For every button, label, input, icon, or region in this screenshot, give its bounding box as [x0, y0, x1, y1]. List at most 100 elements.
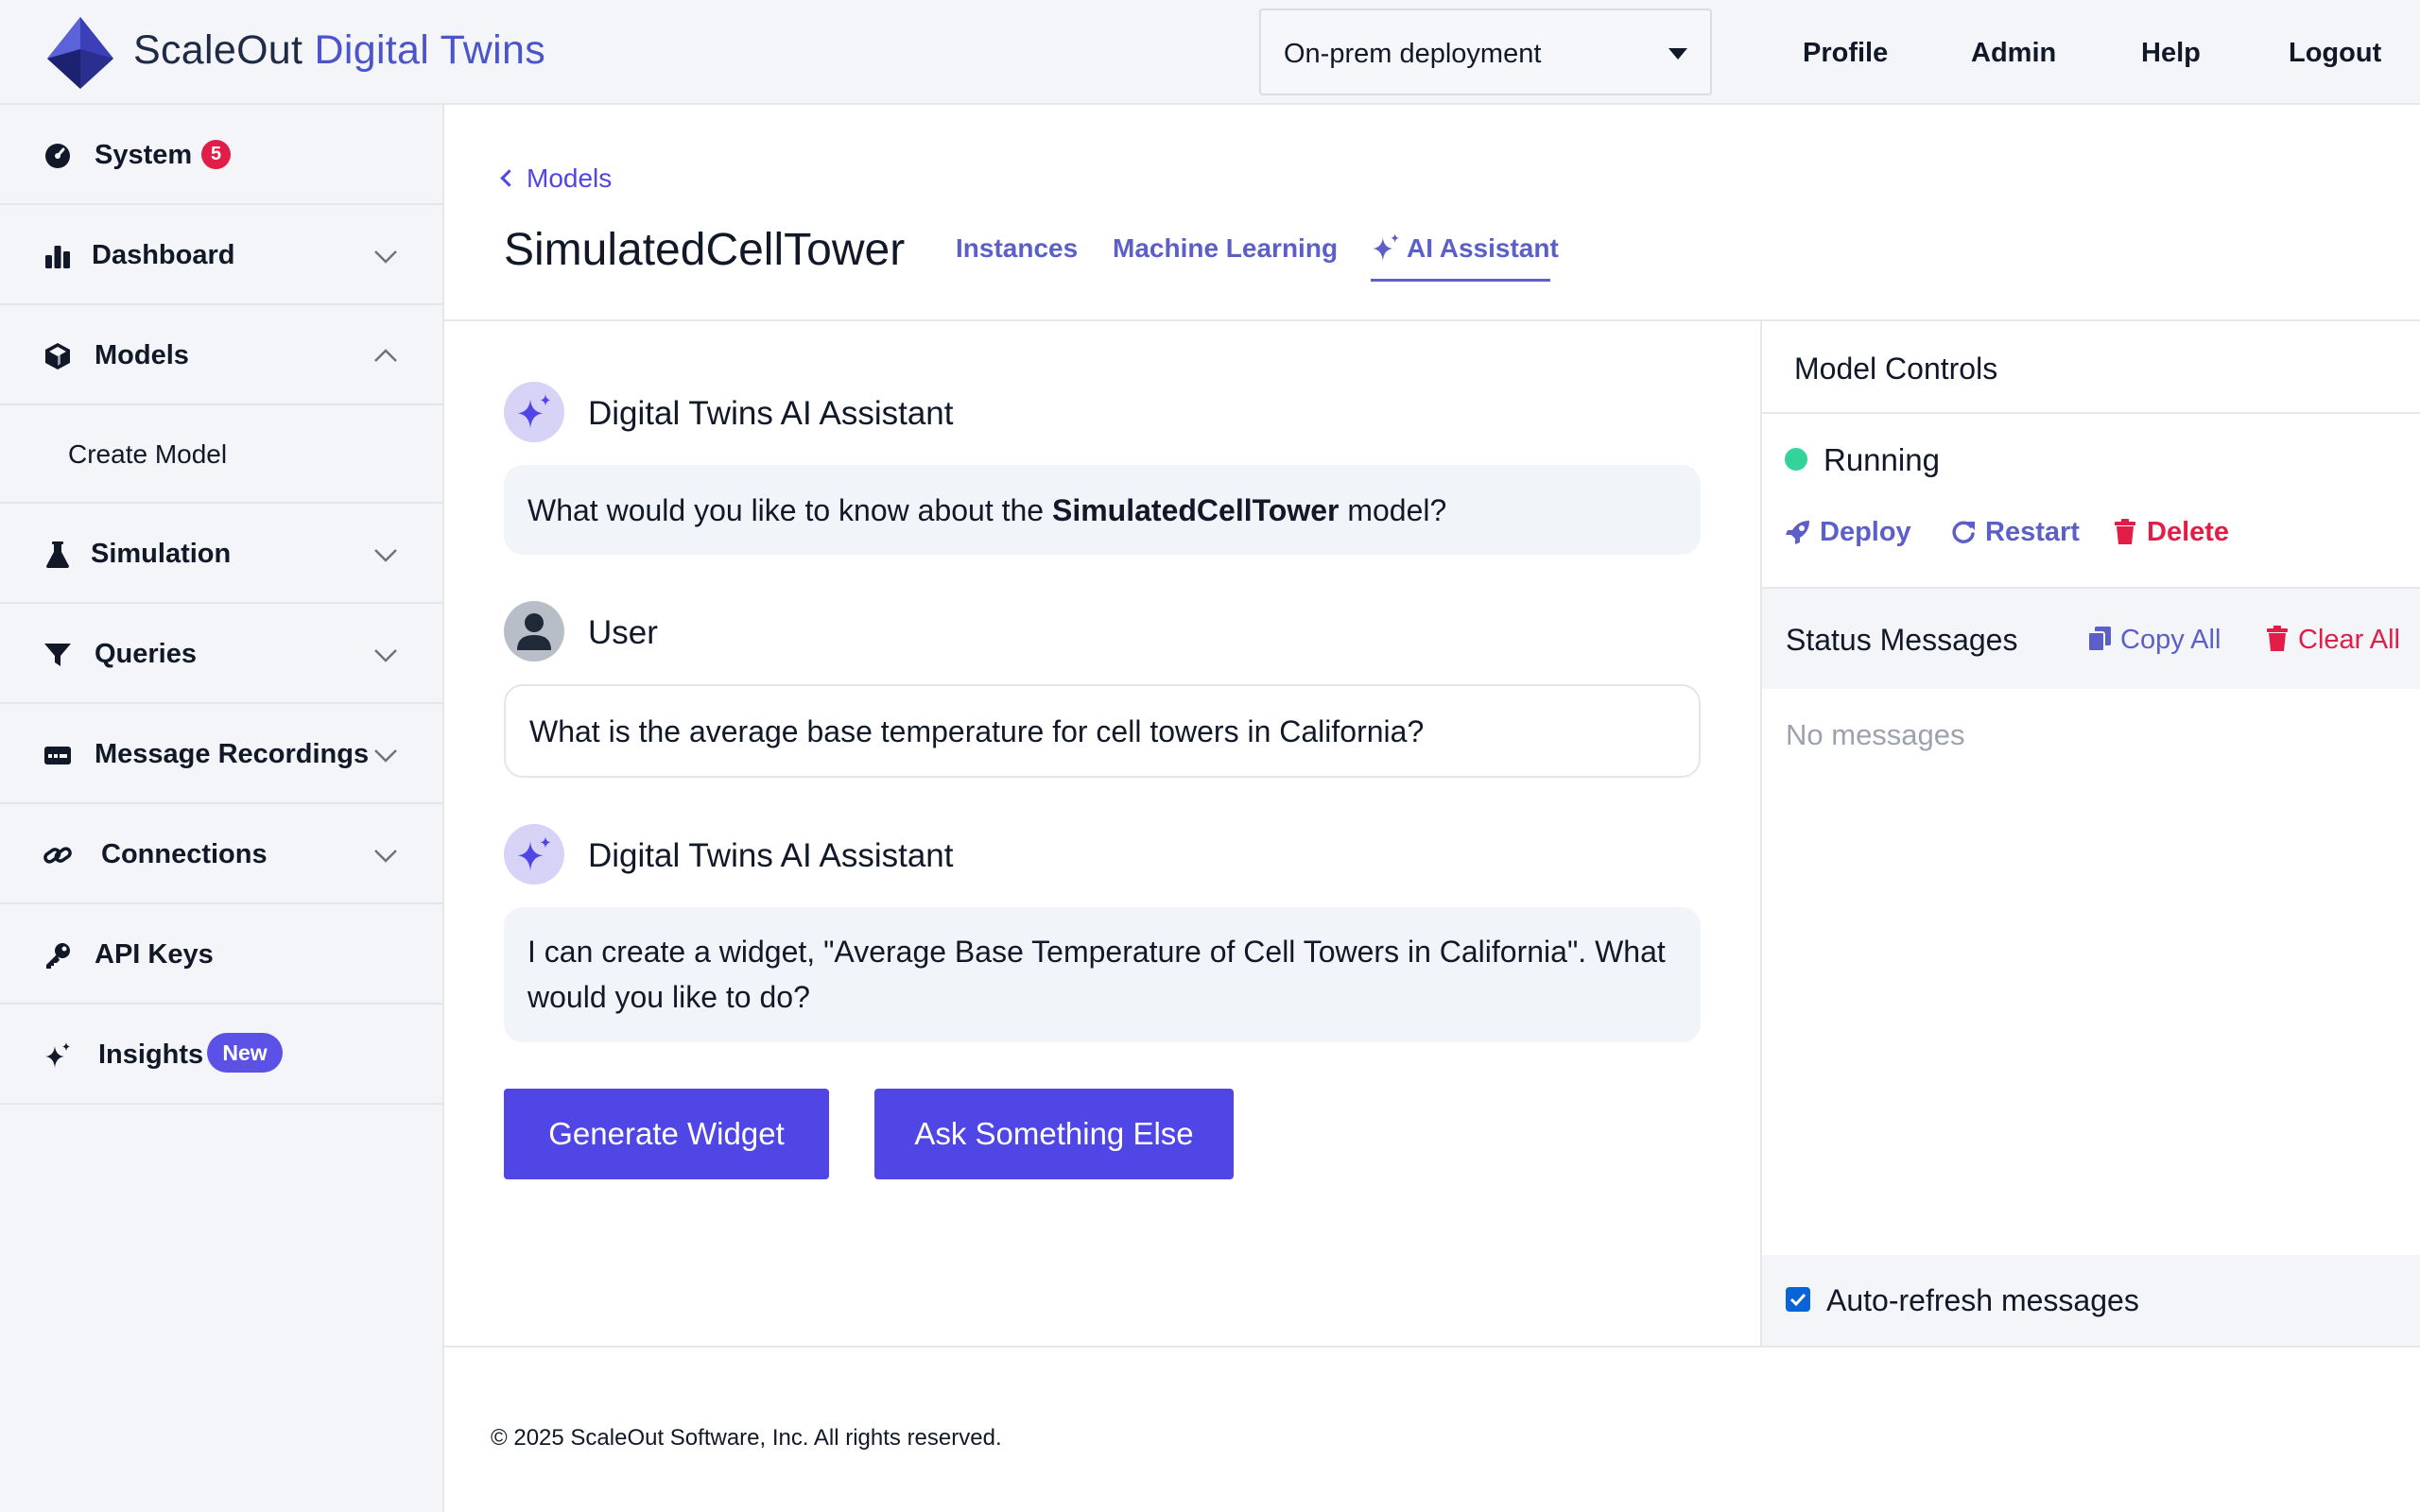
- sparkle-icon: [517, 394, 551, 429]
- back-link-label: Models: [527, 163, 613, 193]
- new-badge: New: [207, 1033, 283, 1073]
- footer-copyright: © 2025 ScaleOut Software, Inc. All right…: [491, 1425, 1002, 1451]
- assistant-name: Digital Twins AI Assistant: [588, 395, 954, 432]
- sidebar-item-api-keys[interactable]: API Keys: [0, 904, 444, 1005]
- sidebar-item-label: Models: [95, 340, 189, 370]
- delete-button[interactable]: Delete: [2112, 515, 2229, 549]
- tab-ai-assistant[interactable]: AI Assistant: [1371, 232, 1559, 266]
- footer-divider: [444, 1346, 2420, 1348]
- trash-icon: [2115, 519, 2135, 544]
- sidebar-item-label: System: [95, 140, 193, 170]
- running-status-dot: [1785, 448, 1807, 471]
- link-icon: [43, 847, 72, 864]
- sidebar-item-label: Simulation: [91, 539, 232, 569]
- auto-refresh-label[interactable]: Auto-refresh messages: [1826, 1281, 2139, 1319]
- model-controls-title: Model Controls: [1794, 352, 1998, 386]
- assistant-message: What would you like to know about the Si…: [504, 465, 1701, 555]
- rocket-icon: [1786, 521, 1809, 544]
- brand-primary: ScaleOut: [133, 27, 303, 73]
- auto-refresh-row: Auto-refresh messages: [1762, 1255, 2420, 1346]
- bar-chart-icon: [45, 246, 70, 268]
- model-name-bold: SimulatedCellTower: [1051, 493, 1340, 527]
- copy-all-label: Copy All: [2120, 625, 2221, 655]
- chevron-down-icon: [374, 250, 397, 264]
- key-icon: [46, 943, 70, 969]
- user-avatar: [504, 601, 564, 662]
- sidebar-item-label: Dashboard: [92, 240, 235, 270]
- sidebar-item-message-recordings[interactable]: Message Recordings: [0, 704, 444, 804]
- sidebar-item-label: Queries: [95, 639, 197, 669]
- deployment-select-value: On-prem deployment: [1284, 39, 1542, 69]
- tab-machine-learning[interactable]: Machine Learning: [1113, 232, 1338, 266]
- sidebar-item-models[interactable]: Models: [0, 305, 444, 405]
- nav-admin[interactable]: Admin: [1971, 34, 2056, 72]
- chevron-down-icon: [374, 649, 397, 662]
- status-messages-header: Status Messages Copy All Clear All: [1762, 589, 2420, 689]
- status-messages-title: Status Messages: [1786, 623, 2018, 657]
- model-status: Running: [1824, 442, 1940, 477]
- no-messages-text: No messages: [1786, 718, 1965, 751]
- filter-icon: [44, 644, 71, 666]
- nav-logout[interactable]: Logout: [2289, 34, 2381, 72]
- system-alert-badge: 5: [201, 140, 231, 169]
- sidebar-item-label: API Keys: [95, 939, 214, 970]
- nav-help[interactable]: Help: [2141, 34, 2201, 72]
- model-controls-header: Model Controls: [1762, 321, 2420, 414]
- restart-icon: [1952, 521, 1975, 543]
- brand-accent: Digital Twins: [314, 27, 546, 73]
- message-text: model?: [1339, 493, 1447, 527]
- sidebar-subitem-create-model[interactable]: Create Model: [0, 405, 444, 504]
- sidebar-item-system[interactable]: System 5: [0, 105, 444, 205]
- copy-icon: [2087, 627, 2111, 652]
- generate-widget-button[interactable]: Generate Widget: [504, 1089, 829, 1179]
- chevron-left-icon: [500, 169, 518, 187]
- back-to-models-link[interactable]: Models: [500, 162, 613, 196]
- sidebar-item-insights[interactable]: Insights New: [0, 1005, 444, 1105]
- assistant-avatar: [504, 382, 564, 442]
- delete-label: Delete: [2147, 517, 2230, 547]
- sidebar: System 5 Dashboard Models Create Model S…: [0, 105, 444, 1512]
- sparkle-icon: [45, 1042, 70, 1068]
- user-name: User: [588, 614, 658, 651]
- caret-down-icon: [1668, 48, 1687, 60]
- user-message: What is the average base temperature for…: [504, 684, 1701, 778]
- scaleout-logo-icon[interactable]: [43, 17, 117, 89]
- deployment-select[interactable]: On-prem deployment: [1259, 9, 1712, 95]
- clear-all-label: Clear All: [2298, 625, 2400, 655]
- copy-all-button[interactable]: Copy All: [2087, 623, 2221, 657]
- deploy-label: Deploy: [1820, 517, 1911, 547]
- sidebar-item-label: Insights: [98, 1040, 204, 1070]
- panel-divider: [1760, 321, 1762, 1346]
- sidebar-item-label: Message Recordings: [95, 739, 370, 769]
- trash-icon: [2267, 626, 2288, 651]
- message-recording-icon: [44, 747, 71, 765]
- checkmark-icon: [1789, 1293, 1806, 1307]
- sidebar-item-dashboard[interactable]: Dashboard: [0, 205, 444, 305]
- sidebar-item-queries[interactable]: Queries: [0, 604, 444, 704]
- tab-label: AI Assistant: [1407, 233, 1559, 263]
- user-icon: [517, 613, 551, 650]
- gauge-icon: [45, 144, 70, 168]
- assistant-avatar: [504, 824, 564, 885]
- ask-something-else-button[interactable]: Ask Something Else: [874, 1089, 1234, 1179]
- assistant-name: Digital Twins AI Assistant: [588, 837, 954, 874]
- chevron-down-icon: [374, 549, 397, 562]
- tab-instances[interactable]: Instances: [956, 232, 1078, 266]
- restart-button[interactable]: Restart: [1950, 515, 2080, 549]
- clear-all-button[interactable]: Clear All: [2265, 623, 2400, 657]
- message-text: What would you like to know about the: [527, 493, 1052, 527]
- flask-icon: [46, 541, 69, 568]
- page-title: SimulatedCellTower: [504, 225, 906, 275]
- chevron-down-icon: [374, 749, 397, 763]
- auto-refresh-checkbox[interactable]: [1786, 1287, 1810, 1312]
- brand-name[interactable]: ScaleOut Digital Twins: [133, 25, 545, 76]
- cube-icon: [45, 343, 70, 369]
- chevron-down-icon: [374, 850, 397, 863]
- deploy-button[interactable]: Deploy: [1785, 515, 1911, 549]
- chevron-up-icon: [374, 349, 397, 362]
- sidebar-item-simulation[interactable]: Simulation: [0, 504, 444, 604]
- nav-profile[interactable]: Profile: [1803, 34, 1888, 72]
- active-tab-indicator: [1371, 279, 1550, 282]
- sparkle-icon: [1373, 233, 1399, 261]
- sidebar-item-connections[interactable]: Connections: [0, 804, 444, 904]
